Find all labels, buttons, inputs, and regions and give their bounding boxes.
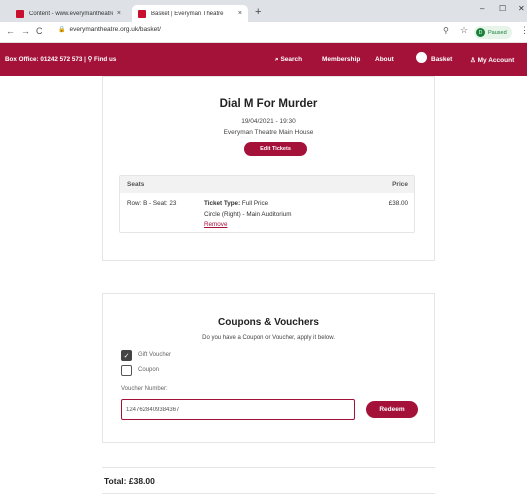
voucher-number-label: Voucher Number: <box>121 386 168 392</box>
tab-close-icon[interactable]: × <box>117 10 121 17</box>
row-seat: Row: B - Seat: 23 <box>127 200 177 207</box>
browser-tab-basket[interactable]: Basket | Everyman Theatre × <box>132 5 248 22</box>
lock-icon: 🔒 <box>58 27 66 33</box>
browser-menu-icon[interactable]: ⋮ <box>520 25 527 36</box>
booking-card: Dial M For Murder 19/04/2021 - 19:30 Eve… <box>102 76 435 261</box>
show-datetime: 19/04/2021 - 19:30 <box>241 118 296 125</box>
seats-table: Seats Price Row: B - Seat: 23 Ticket Typ… <box>119 175 415 233</box>
box-office-phone: Box Office: 01242 572 573 | ⚲ Find us <box>5 56 116 63</box>
minimize-icon[interactable]: – <box>480 4 484 13</box>
coupons-subtitle: Do you have a Coupon or Voucher, apply i… <box>202 335 335 341</box>
address-bar: ← → C 🔒 everymantheatre.org.uk/basket/ ⚲ … <box>0 22 527 43</box>
seats-table-header: Seats Price <box>120 176 414 193</box>
favicon-icon <box>16 9 24 18</box>
ticket-type-value: Full Price <box>240 200 269 207</box>
forward-icon[interactable]: → <box>21 26 30 36</box>
divider <box>102 467 435 468</box>
nav-my-account[interactable]: ♙ My Account <box>470 56 514 64</box>
ticket-price: £38.00 <box>388 200 408 207</box>
coupons-card: Coupons & Vouchers Do you have a Coupon … <box>102 293 435 443</box>
show-venue: Everyman Theatre Main House <box>223 129 314 136</box>
edit-tickets-button[interactable]: Edit Tickets <box>244 142 307 156</box>
profile-status: Paused <box>488 29 507 36</box>
new-tab-button[interactable]: + <box>255 6 261 18</box>
tab-label: Basket | Everyman Theatre <box>151 10 224 17</box>
show-title: Dial M For Murder <box>219 98 318 110</box>
back-icon[interactable]: ← <box>6 26 15 36</box>
ticket-type-label: Ticket Type: <box>204 200 241 207</box>
bookmark-star-icon[interactable]: ☆ <box>460 25 468 36</box>
nav-about[interactable]: About <box>375 56 394 63</box>
maximize-icon[interactable]: ☐ <box>499 4 506 13</box>
tab-close-icon[interactable]: × <box>238 10 242 17</box>
url-field[interactable]: 🔒 everymantheatre.org.uk/basket/ <box>58 26 161 33</box>
url-text: everymantheatre.org.uk/basket/ <box>69 26 161 33</box>
browser-tabstrip: Content - www.everymantheatre... × Baske… <box>0 0 527 22</box>
divider <box>102 493 435 494</box>
find-us-link[interactable]: ⚲ Find us <box>88 56 117 63</box>
coupon-checkbox[interactable] <box>121 365 132 376</box>
profile-button[interactable]: D Paused <box>474 26 512 39</box>
zoom-icon[interactable]: ⚲ <box>443 26 449 35</box>
col-seats: Seats <box>127 181 145 188</box>
avatar: D <box>476 28 485 37</box>
nav-membership[interactable]: Membership <box>322 56 360 63</box>
site-nav: Box Office: 01242 572 573 | ⚲ Find us ⌕ … <box>0 43 527 76</box>
coupon-label: Coupon <box>138 367 160 373</box>
box-office-text: Box Office: 01242 572 573 | <box>5 56 88 63</box>
gift-voucher-label: Gift Voucher <box>138 352 172 358</box>
nav-search[interactable]: ⌕ Search <box>275 56 302 64</box>
voucher-number-input[interactable] <box>121 399 355 420</box>
nav-basket[interactable]: Basket <box>431 56 452 63</box>
coupons-title: Coupons & Vouchers <box>218 317 319 328</box>
basket-icon <box>416 52 427 63</box>
basket-total: Total: £38.00 <box>104 476 155 486</box>
ticket-type: Ticket Type: Full Price <box>204 200 268 207</box>
tab-label: Content - www.everymantheatre... <box>29 10 113 17</box>
col-price: Price <box>392 181 408 188</box>
browser-tab-content[interactable]: Content - www.everymantheatre... × <box>10 5 127 22</box>
close-window-icon[interactable]: ✕ <box>518 4 525 13</box>
redeem-button[interactable]: Redeem <box>366 401 418 418</box>
gift-voucher-checkbox[interactable]: ✓ <box>121 350 132 361</box>
reload-icon[interactable]: C <box>36 26 43 36</box>
remove-ticket-link[interactable]: Remove <box>204 221 227 228</box>
seat-location: Circle (Right) - Main Auditorium <box>204 211 292 218</box>
favicon-icon <box>138 9 146 18</box>
